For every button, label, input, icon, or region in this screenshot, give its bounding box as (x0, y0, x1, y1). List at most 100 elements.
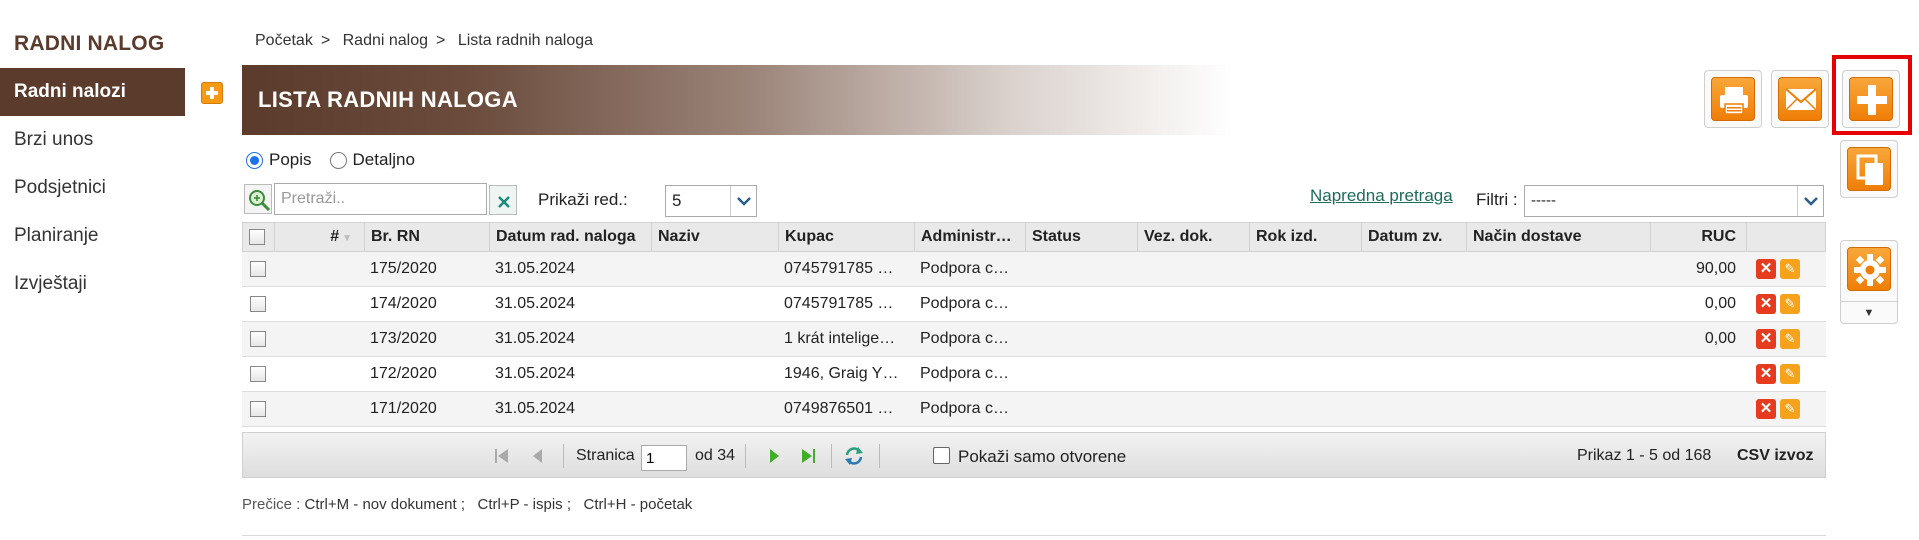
clear-icon (498, 196, 510, 208)
breadcrumb-item-current: Lista radnih naloga (457, 32, 594, 49)
row-checkbox[interactable] (250, 366, 266, 382)
breadcrumb-separator: > (320, 32, 331, 49)
table-row[interactable]: 172/2020 31.05.2024 1946, Graig Y… Podpo… (242, 357, 1826, 392)
row-checkbox[interactable] (250, 401, 266, 417)
divider (242, 535, 1826, 536)
copy-button[interactable] (1840, 140, 1898, 198)
filter-select[interactable]: ----- (1524, 185, 1824, 217)
row-checkbox[interactable] (250, 261, 266, 277)
cell-br-rn: 175/2020 (370, 260, 437, 277)
page-header-banner: LISTA RADNIH NALOGA (242, 65, 1512, 135)
email-button[interactable] (1771, 70, 1829, 128)
search-button[interactable] (244, 184, 272, 214)
breadcrumb-item-home[interactable]: Početak (255, 32, 313, 49)
col-status[interactable]: Status (1026, 223, 1138, 251)
delete-icon[interactable]: ✕ (1756, 259, 1776, 279)
table-row[interactable]: 171/2020 31.05.2024 0749876501 … Podpora… (242, 392, 1826, 427)
table-header: # ▼ Br. RN Datum rad. naloga Naziv Kupac … (242, 222, 1826, 252)
col-vez-dok[interactable]: Vez. dok. (1138, 223, 1250, 251)
cell-datum: 31.05.2024 (495, 295, 576, 312)
cell-datum: 31.05.2024 (495, 260, 576, 277)
cell-admin: Podpora c… (920, 330, 1009, 347)
cell-admin: Podpora c… (920, 260, 1009, 277)
shortcuts-text: Ctrl+M - nov dokument ; Ctrl+P - ispis ;… (304, 496, 693, 513)
table-row[interactable]: 175/2020 31.05.2024 0745791785 … Podpora… (242, 252, 1826, 287)
edit-icon[interactable]: ✎ (1780, 329, 1800, 349)
view-radio-popis[interactable] (246, 151, 263, 169)
col-actions (1747, 223, 1825, 251)
only-open-checkbox[interactable] (933, 447, 950, 464)
breadcrumb-item-radni-nalog[interactable]: Radni nalog (343, 32, 428, 49)
sidebar-item-radni-nalozi[interactable]: Radni nalozi (0, 68, 185, 116)
sidebar-item-brzi-unos[interactable]: Brzi unos (0, 116, 185, 164)
col-datum[interactable]: Datum rad. naloga (490, 223, 652, 251)
select-all-cell (243, 223, 275, 251)
col-naziv[interactable]: Naziv (652, 223, 779, 251)
col-br-rn[interactable]: Br. RN (365, 223, 490, 251)
pager-separator (745, 444, 746, 468)
delete-icon[interactable]: ✕ (1756, 329, 1776, 349)
delete-icon[interactable]: ✕ (1756, 399, 1776, 419)
chevron-down-icon[interactable]: ▼ (1841, 301, 1897, 323)
page-count-label: od 34 (695, 447, 736, 464)
next-page-icon[interactable] (763, 445, 785, 467)
col-rok-izd[interactable]: Rok izd. (1250, 223, 1362, 251)
mail-icon (1778, 77, 1822, 121)
col-datum-zv[interactable]: Datum zv. (1362, 223, 1467, 251)
edit-icon[interactable]: ✎ (1780, 259, 1800, 279)
col-kupac[interactable]: Kupac (779, 223, 915, 251)
page-label: Stranica (576, 447, 635, 464)
sidebar-item-planiranje[interactable]: Planiranje (0, 212, 185, 260)
pager-separator (831, 444, 832, 468)
cell-admin: Podpora c… (920, 365, 1009, 382)
cell-kupac: 0745791785 … (784, 260, 894, 277)
only-open-label: Pokaži samo otvorene (958, 447, 1127, 466)
print-button[interactable] (1704, 70, 1762, 128)
clear-search-button[interactable] (489, 185, 517, 215)
add-icon[interactable] (201, 82, 223, 104)
cell-br-rn: 171/2020 (370, 400, 437, 417)
edit-icon[interactable]: ✎ (1780, 364, 1800, 384)
page-number-input[interactable] (641, 445, 687, 471)
col-number-label: # (330, 228, 340, 245)
view-radio-detaljno[interactable] (329, 151, 347, 169)
refresh-icon[interactable] (843, 445, 865, 467)
rows-per-page-select[interactable]: 5 (665, 185, 757, 217)
chevron-down-icon (1797, 186, 1823, 216)
cell-admin: Podpora c… (920, 295, 1009, 312)
select-all-checkbox[interactable] (249, 229, 265, 245)
advanced-search-link[interactable]: Napredna pretraga (1310, 186, 1453, 206)
first-page-icon[interactable] (491, 445, 513, 467)
keyboard-shortcuts: Prečice : Ctrl+M - nov dokument ; Ctrl+P… (242, 496, 692, 513)
copy-icon (1847, 147, 1891, 191)
breadcrumb: Početak > Radni nalog > Lista radnih nalog… (255, 32, 601, 50)
row-checkbox[interactable] (250, 331, 266, 347)
last-page-icon[interactable] (797, 445, 819, 467)
settings-dropdown-button[interactable]: ▼ (1840, 240, 1898, 324)
pager-summary: Prikaz 1 - 5 od 168 (1577, 447, 1712, 464)
edit-icon[interactable]: ✎ (1780, 399, 1800, 419)
pager-separator (879, 444, 880, 468)
table-row[interactable]: 174/2020 31.05.2024 0745791785 … Podpora… (242, 287, 1826, 322)
delete-icon[interactable]: ✕ (1756, 294, 1776, 314)
col-ruc[interactable]: RUC (1651, 223, 1747, 251)
cell-datum: 31.05.2024 (495, 365, 576, 382)
cell-ruc (1650, 357, 1746, 391)
cell-kupac: 0749876501 … (784, 400, 894, 417)
col-number[interactable]: # ▼ (275, 223, 365, 251)
pager: Stranica od 34 Pokaži samo otvorene Prik… (242, 432, 1826, 478)
table-row[interactable]: 173/2020 31.05.2024 1 krát intelige… Pod… (242, 322, 1826, 357)
row-checkbox[interactable] (250, 296, 266, 312)
col-nacin-dostave[interactable]: Način dostave (1467, 223, 1651, 251)
sidebar-item-izvjestaji[interactable]: Izvještaji (0, 260, 185, 308)
delete-icon[interactable]: ✕ (1756, 364, 1776, 384)
search-input[interactable] (274, 183, 487, 215)
sidebar-item-podsjetnici[interactable]: Podsjetnici (0, 164, 185, 212)
cell-datum: 31.05.2024 (495, 330, 576, 347)
prev-page-icon[interactable] (527, 445, 549, 467)
cell-kupac: 1 krát intelige… (784, 330, 896, 347)
edit-icon[interactable]: ✎ (1780, 294, 1800, 314)
col-administrator[interactable]: Administr… (915, 223, 1026, 251)
csv-export-button[interactable]: CSV izvoz (1737, 447, 1813, 465)
chevron-down-icon (730, 186, 756, 216)
